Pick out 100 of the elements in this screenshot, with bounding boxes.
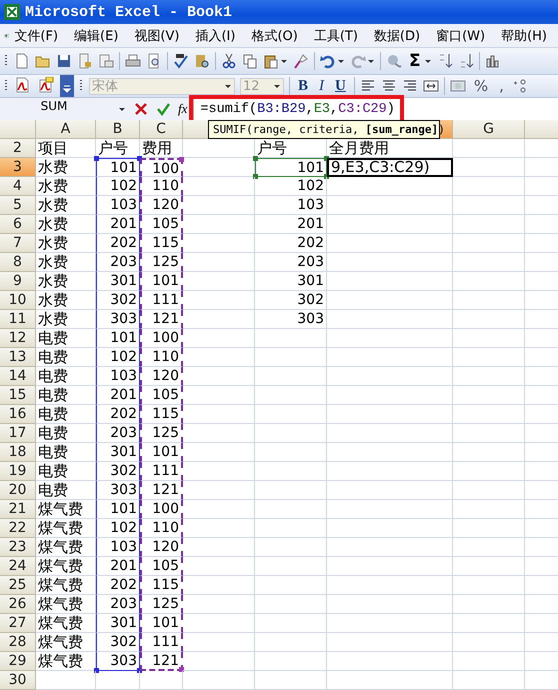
row-header[interactable]: 7	[0, 234, 36, 253]
column-header[interactable]: A	[36, 120, 96, 139]
row-header[interactable]: 9	[0, 272, 36, 291]
printer-icon[interactable]	[125, 53, 141, 69]
row-header[interactable]: 2	[0, 139, 36, 158]
menu-item[interactable]: 插入(I)	[190, 24, 240, 46]
document-mail-icon[interactable]	[98, 53, 114, 69]
increase-decimal-icon[interactable]	[512, 78, 528, 94]
row-header[interactable]: 12	[0, 329, 36, 348]
autosum-button[interactable]: Σ	[407, 52, 423, 70]
table-cell: 103	[96, 196, 140, 215]
row-header[interactable]: 25	[0, 576, 36, 595]
brush-icon[interactable]	[293, 53, 309, 69]
row-header[interactable]: 30	[0, 671, 36, 690]
row-header[interactable]: 24	[0, 557, 36, 576]
merge-center-icon[interactable]	[422, 78, 439, 94]
column-header[interactable]: C	[140, 120, 183, 139]
scissors-icon[interactable]	[221, 53, 237, 69]
copy-icon[interactable]	[242, 53, 258, 69]
caret-icon[interactable]	[424, 57, 432, 65]
toolbar-options-icon[interactable]	[60, 75, 74, 97]
italic-button[interactable]: I	[316, 78, 328, 94]
row-header[interactable]: 11	[0, 310, 36, 329]
caret-icon[interactable]	[337, 57, 345, 65]
menu-item[interactable]: 格式(O)	[246, 24, 303, 46]
row-header[interactable]: 8	[0, 253, 36, 272]
save-icon[interactable]	[56, 53, 72, 69]
active-cell-editor[interactable]: 9,E3,C3:C29)	[327, 158, 453, 177]
table-cell: 煤气费	[36, 538, 96, 557]
menu-item[interactable]: 工具(T)	[308, 24, 363, 46]
table-cell	[453, 462, 525, 481]
bold-button[interactable]: B	[295, 78, 312, 94]
globe-link-icon[interactable]	[386, 53, 402, 69]
menu-item[interactable]: 帮助(H)	[496, 24, 552, 46]
spell-check-icon[interactable]	[173, 53, 189, 69]
column-header[interactable]: B	[96, 120, 140, 139]
table-cell	[453, 329, 525, 348]
range-handle[interactable]	[137, 668, 142, 673]
range-handle[interactable]	[253, 174, 258, 179]
chart-icon[interactable]	[484, 53, 501, 69]
row-header[interactable]: 3	[0, 158, 36, 177]
range-handle[interactable]	[324, 156, 329, 161]
excel-logo-icon[interactable]	[4, 4, 20, 20]
row-header[interactable]: 29	[0, 652, 36, 671]
table-cell	[453, 215, 525, 234]
row-header[interactable]: 19	[0, 462, 36, 481]
row-header[interactable]: 13	[0, 348, 36, 367]
range-handle[interactable]	[179, 157, 184, 162]
range-handle[interactable]	[94, 668, 99, 673]
column-header[interactable]: G	[453, 120, 525, 139]
menu-item[interactable]: 窗口(W)	[431, 24, 490, 46]
percent-button[interactable]: %	[470, 77, 492, 95]
undo-icon[interactable]	[320, 53, 336, 69]
range-handle[interactable]	[253, 156, 258, 161]
insert-function-button[interactable]: fx	[178, 101, 188, 117]
currency-icon[interactable]	[450, 78, 466, 94]
document-lock-icon[interactable]	[77, 53, 93, 69]
range-handle[interactable]	[94, 156, 99, 161]
range-handle[interactable]	[324, 174, 329, 179]
cancel-icon[interactable]	[134, 102, 148, 116]
formula-input[interactable]: =sumif(B3:B29,E3,C3:C29)	[193, 98, 558, 120]
row-header[interactable]: 21	[0, 500, 36, 519]
row-header[interactable]: 22	[0, 519, 36, 538]
row-header[interactable]: 18	[0, 443, 36, 462]
enter-checkmark-icon[interactable]	[156, 102, 170, 116]
menu-item[interactable]: 编辑(E)	[69, 24, 124, 46]
table-cell: 101	[255, 158, 327, 177]
row-header[interactable]: 6	[0, 215, 36, 234]
table-cell	[453, 310, 525, 329]
research-icon[interactable]	[194, 53, 210, 69]
menu-item[interactable]: 视图(V)	[129, 24, 184, 46]
caret-icon[interactable]	[367, 57, 375, 65]
dropdown-caret-icon[interactable]	[118, 105, 126, 113]
row-header[interactable]: 10	[0, 291, 36, 310]
range-handle[interactable]	[179, 667, 184, 672]
underline-button[interactable]: U	[332, 78, 349, 94]
row-header[interactable]: 17	[0, 424, 36, 443]
row-header[interactable]: 20	[0, 481, 36, 500]
table-cell: 302	[96, 633, 140, 652]
table-cell	[453, 614, 525, 633]
row-header[interactable]: 15	[0, 386, 36, 405]
table-cell: 303	[96, 481, 140, 500]
paste-icon[interactable]	[263, 53, 279, 69]
comma-button[interactable]: ,	[496, 77, 507, 95]
table-cell: 201	[96, 386, 140, 405]
row-header[interactable]: 16	[0, 405, 36, 424]
menu-item[interactable]: 文件(F)	[9, 24, 64, 46]
row-header[interactable]: 23	[0, 538, 36, 557]
new-document-icon[interactable]	[14, 53, 30, 69]
row-header[interactable]: 14	[0, 367, 36, 386]
row-header[interactable]: 26	[0, 595, 36, 614]
range-handle[interactable]	[137, 156, 142, 161]
row-header[interactable]: 5	[0, 196, 36, 215]
table-cell: 120	[140, 538, 183, 557]
pdf-comment-icon[interactable]	[37, 77, 55, 95]
row-header[interactable]: 4	[0, 177, 36, 196]
row-header[interactable]: 27	[0, 614, 36, 633]
menu-item[interactable]: 数据(D)	[368, 24, 426, 46]
caret-icon[interactable]	[280, 57, 288, 65]
row-header[interactable]: 28	[0, 633, 36, 652]
